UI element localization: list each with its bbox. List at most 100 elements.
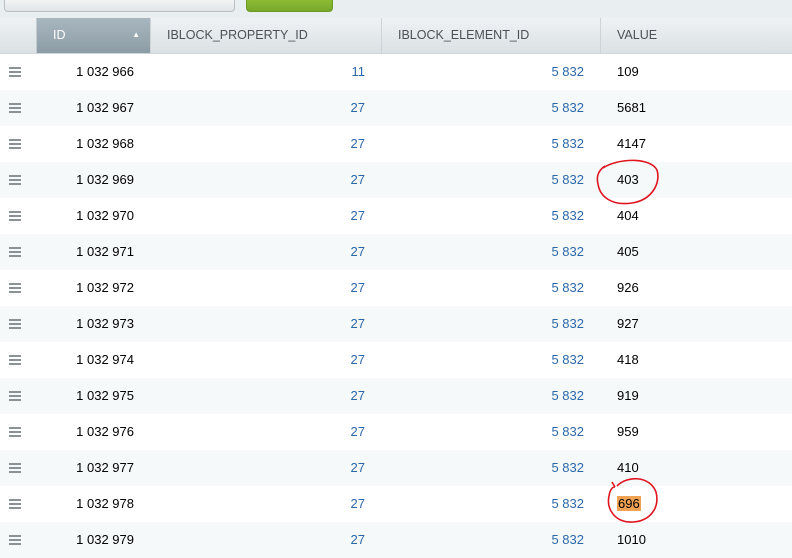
cell-value-text: 959 xyxy=(617,424,639,439)
cell-iblock-property-id[interactable]: 27 xyxy=(151,90,365,126)
table-row[interactable]: 1 032 974 27 5 832 418 xyxy=(0,342,792,378)
hamburger-menu-icon[interactable] xyxy=(9,175,21,185)
cell-iblock-element-id[interactable]: 5 832 xyxy=(382,198,584,234)
cell-value-text: 926 xyxy=(617,280,639,295)
table-row[interactable]: 1 032 966 11 5 832 109 xyxy=(0,54,792,90)
cell-iblock-element-id[interactable]: 5 832 xyxy=(382,450,584,486)
hamburger-menu-icon[interactable] xyxy=(9,391,21,401)
cell-iblock-property-id[interactable]: 27 xyxy=(151,486,365,522)
cell-iblock-element-id-text: 5 832 xyxy=(551,172,584,187)
cell-iblock-property-id-text: 27 xyxy=(350,388,365,403)
column-header-id[interactable]: ID ▲ xyxy=(36,18,150,53)
cell-value-text: 919 xyxy=(617,388,639,403)
cell-value: 1010 xyxy=(617,522,646,558)
table-row[interactable]: 1 032 976 27 5 832 959 xyxy=(0,414,792,450)
column-header-value[interactable]: VALUE xyxy=(600,18,790,53)
hamburger-menu-icon[interactable] xyxy=(9,139,21,149)
hamburger-menu-icon[interactable] xyxy=(9,67,21,77)
toolbar-primary-button[interactable] xyxy=(246,0,333,12)
hamburger-menu-icon[interactable] xyxy=(9,103,21,113)
cell-iblock-property-id[interactable]: 27 xyxy=(151,126,365,162)
hamburger-menu-icon[interactable] xyxy=(9,247,21,257)
cell-iblock-element-id[interactable]: 5 832 xyxy=(382,162,584,198)
cell-value-text: 403 xyxy=(617,172,639,187)
hamburger-menu-icon[interactable] xyxy=(9,535,21,545)
cell-iblock-element-id[interactable]: 5 832 xyxy=(382,342,584,378)
hamburger-menu-icon[interactable] xyxy=(9,211,21,221)
cell-iblock-element-id[interactable]: 5 832 xyxy=(382,234,584,270)
hamburger-menu-icon[interactable] xyxy=(9,499,21,509)
cell-iblock-property-id[interactable]: 27 xyxy=(151,162,365,198)
cell-iblock-property-id[interactable]: 27 xyxy=(151,450,365,486)
cell-id-text: 1 032 972 xyxy=(76,280,134,295)
cell-iblock-element-id-text: 5 832 xyxy=(551,388,584,403)
cell-iblock-element-id-text: 5 832 xyxy=(551,280,584,295)
cell-id: 1 032 969 xyxy=(36,162,134,198)
cell-iblock-element-id[interactable]: 5 832 xyxy=(382,378,584,414)
cell-id: 1 032 977 xyxy=(36,450,134,486)
table-row[interactable]: 1 032 972 27 5 832 926 xyxy=(0,270,792,306)
cell-value: 696 xyxy=(617,486,641,522)
table-row[interactable]: 1 032 969 27 5 832 403 xyxy=(0,162,792,198)
cell-iblock-element-id[interactable]: 5 832 xyxy=(382,126,584,162)
column-header-iblock-property-id[interactable]: IBLOCK_PROPERTY_ID xyxy=(150,18,381,53)
hamburger-menu-icon[interactable] xyxy=(9,283,21,293)
cell-iblock-property-id[interactable]: 27 xyxy=(151,522,365,558)
cell-iblock-property-id-text: 27 xyxy=(350,172,365,187)
cell-id: 1 032 976 xyxy=(36,414,134,450)
hamburger-menu-icon[interactable] xyxy=(9,319,21,329)
cell-iblock-element-id-text: 5 832 xyxy=(551,352,584,367)
cell-id-text: 1 032 979 xyxy=(76,532,134,547)
cell-value-text: 410 xyxy=(617,460,639,475)
cell-id: 1 032 971 xyxy=(36,234,134,270)
toolbar-button[interactable] xyxy=(4,0,235,12)
cell-id: 1 032 973 xyxy=(36,306,134,342)
table-row[interactable]: 1 032 971 27 5 832 405 xyxy=(0,234,792,270)
cell-iblock-element-id[interactable]: 5 832 xyxy=(382,270,584,306)
cell-iblock-element-id-text: 5 832 xyxy=(551,208,584,223)
cell-iblock-element-id-text: 5 832 xyxy=(551,64,584,79)
column-header-iblock-element-id[interactable]: IBLOCK_ELEMENT_ID xyxy=(381,18,600,53)
cell-iblock-element-id[interactable]: 5 832 xyxy=(382,414,584,450)
cell-value-text: 404 xyxy=(617,208,639,223)
cell-iblock-property-id[interactable]: 27 xyxy=(151,306,365,342)
cell-iblock-element-id[interactable]: 5 832 xyxy=(382,306,584,342)
table-row[interactable]: 1 032 975 27 5 832 919 xyxy=(0,378,792,414)
table-row[interactable]: 1 032 970 27 5 832 404 xyxy=(0,198,792,234)
cell-iblock-property-id-text: 27 xyxy=(350,136,365,151)
table-row[interactable]: 1 032 979 27 5 832 1010 xyxy=(0,522,792,558)
cell-iblock-property-id[interactable]: 11 xyxy=(151,54,366,90)
cell-iblock-property-id[interactable]: 27 xyxy=(151,342,365,378)
cell-iblock-element-id[interactable]: 5 832 xyxy=(382,54,584,90)
cell-iblock-property-id-text: 27 xyxy=(350,532,365,547)
table-row[interactable]: 1 032 973 27 5 832 927 xyxy=(0,306,792,342)
hamburger-menu-icon[interactable] xyxy=(9,355,21,365)
cell-id-text: 1 032 970 xyxy=(76,208,134,223)
cell-iblock-element-id[interactable]: 5 832 xyxy=(382,90,584,126)
cell-iblock-element-id[interactable]: 5 832 xyxy=(382,522,584,558)
cell-iblock-property-id[interactable]: 27 xyxy=(151,270,365,306)
cell-id: 1 032 978 xyxy=(36,486,134,522)
cell-value-text: 696 xyxy=(617,496,641,511)
table-row[interactable]: 1 032 967 27 5 832 5681 xyxy=(0,90,792,126)
cell-value-text: 5681 xyxy=(617,100,646,115)
cell-iblock-property-id[interactable]: 27 xyxy=(151,234,365,270)
cell-iblock-element-id[interactable]: 5 832 xyxy=(382,486,584,522)
cell-id: 1 032 966 xyxy=(36,54,134,90)
cell-id-text: 1 032 969 xyxy=(76,172,134,187)
table-row[interactable]: 1 032 978 27 5 832 696 xyxy=(0,486,792,522)
cell-iblock-property-id[interactable]: 27 xyxy=(151,378,365,414)
cell-id: 1 032 979 xyxy=(36,522,134,558)
cell-iblock-element-id-text: 5 832 xyxy=(551,532,584,547)
cell-iblock-property-id-text: 27 xyxy=(350,316,365,331)
cell-iblock-property-id-text: 27 xyxy=(350,460,365,475)
toolbar xyxy=(0,0,792,18)
hamburger-menu-icon[interactable] xyxy=(9,463,21,473)
cell-id-text: 1 032 975 xyxy=(76,388,134,403)
cell-iblock-property-id[interactable]: 27 xyxy=(151,198,365,234)
table-row[interactable]: 1 032 977 27 5 832 410 xyxy=(0,450,792,486)
cell-iblock-element-id-text: 5 832 xyxy=(551,100,584,115)
cell-iblock-property-id[interactable]: 27 xyxy=(151,414,365,450)
hamburger-menu-icon[interactable] xyxy=(9,427,21,437)
table-row[interactable]: 1 032 968 27 5 832 4147 xyxy=(0,126,792,162)
